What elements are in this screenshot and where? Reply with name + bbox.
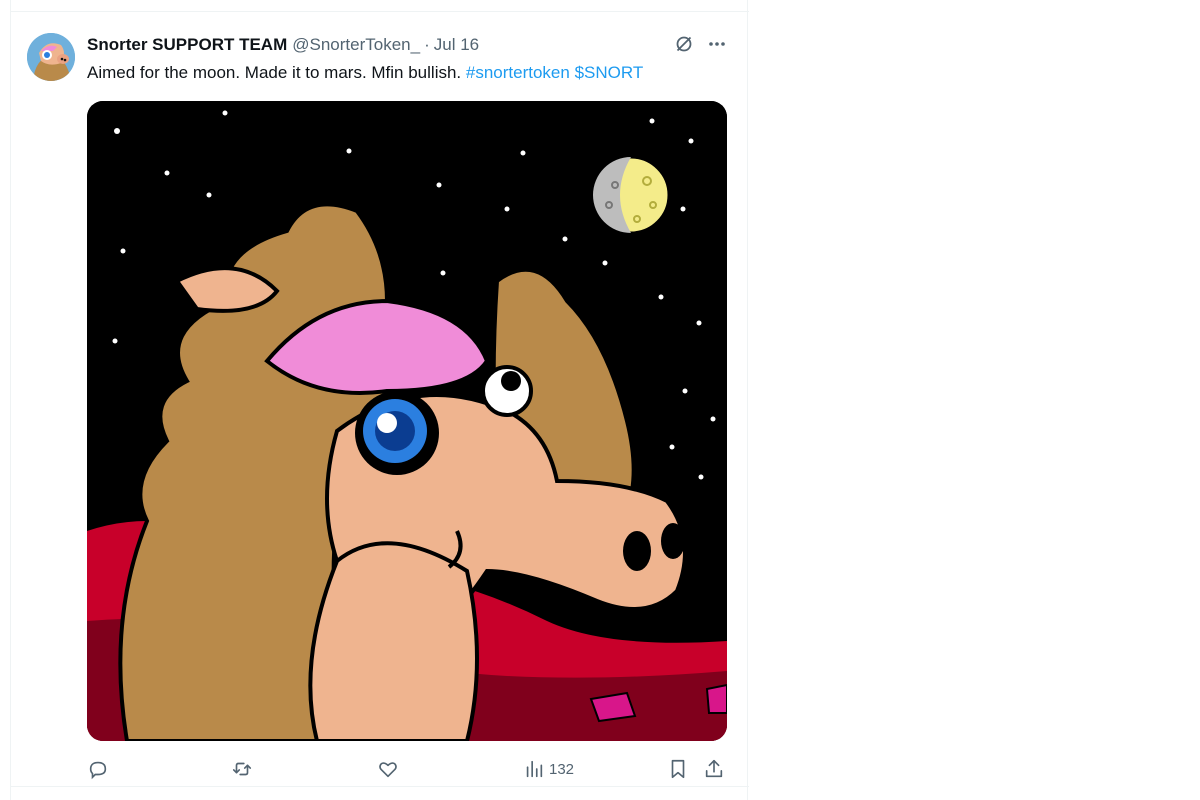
bookmark-icon — [667, 758, 689, 780]
user-handle[interactable]: @SnorterToken_ — [292, 35, 420, 55]
cashtag-link[interactable]: $SNORT — [575, 63, 644, 82]
reply-button[interactable] — [87, 754, 109, 784]
horse-on-mars-illustration — [87, 101, 727, 741]
grok-icon — [674, 34, 694, 59]
tweet-image[interactable] — [87, 101, 727, 741]
tweet[interactable]: Snorter SUPPORT TEAM @SnorterToken_ · Ju… — [11, 12, 749, 800]
bookmark-button[interactable] — [667, 754, 689, 784]
reply-icon — [87, 758, 109, 780]
bottom-divider — [11, 786, 749, 787]
views-count: 132 — [549, 760, 575, 778]
share-button[interactable] — [703, 754, 725, 784]
hashtag-link[interactable]: #snortertoken — [466, 63, 570, 82]
retweet-icon — [231, 758, 253, 780]
tweet-body: Aimed for the moon. Made it to mars. Mfi… — [87, 63, 462, 82]
retweet-button[interactable] — [231, 754, 253, 784]
more-icon — [707, 34, 727, 59]
separator-dot: · — [424, 35, 430, 54]
display-name[interactable]: Snorter SUPPORT TEAM — [87, 35, 287, 55]
like-button[interactable] — [377, 754, 399, 784]
more-button[interactable] — [704, 35, 730, 57]
like-icon — [377, 758, 399, 780]
avatar[interactable] — [27, 33, 75, 81]
tweet-date[interactable]: Jul 16 — [434, 35, 479, 55]
tweet-text: Aimed for the moon. Made it to mars. Mfi… — [87, 62, 643, 84]
timeline-column: Snorter SUPPORT TEAM @SnorterToken_ · Ju… — [10, 0, 749, 800]
share-icon — [703, 758, 725, 780]
views-button[interactable]: 132 — [523, 754, 574, 784]
action-bar: 132 — [87, 754, 727, 784]
grok-button[interactable] — [671, 35, 697, 57]
views-icon — [523, 758, 545, 780]
tweet-header: Snorter SUPPORT TEAM @SnorterToken_ · Ju… — [87, 34, 479, 56]
